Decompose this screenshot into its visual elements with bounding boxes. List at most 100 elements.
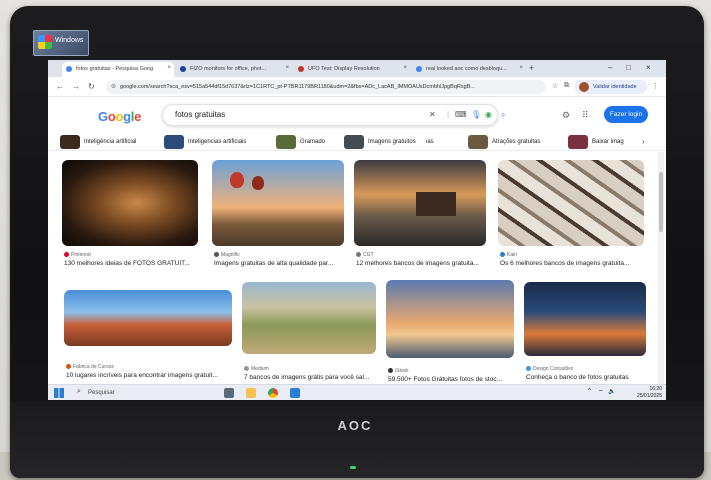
result-source[interactable]: Medium [244, 366, 269, 372]
result-title[interactable]: Conheça o banco de fotos gratuitas [526, 374, 648, 381]
birds-sunset-thumbnail[interactable] [386, 280, 514, 358]
lens-search-icon[interactable]: ◉ [485, 110, 492, 119]
chip-inteligencia-artificial[interactable]: Inteligência artificial [60, 135, 136, 149]
forward-arrow-icon[interactable]: → [72, 82, 80, 91]
country-road-thumbnail[interactable] [242, 282, 376, 354]
cabin-lake-thumbnail[interactable] [354, 160, 486, 246]
chip-baixar-imagens[interactable]: Baixar imag [568, 135, 624, 149]
clock-time: 16:20 [649, 386, 662, 392]
chip-thumbnail [568, 135, 588, 149]
chip-label: Gramado [300, 139, 326, 145]
chip-thumbnail [468, 135, 488, 149]
apps-grid-icon[interactable]: ⠿ [582, 110, 589, 121]
result-title[interactable]: 59.500+ Fotos Grátuitas fotos de stoc... [388, 376, 516, 383]
filter-chips: Inteligência artificial Inteligencias ar… [48, 133, 666, 151]
result-source[interactable]: Pinterest [64, 252, 91, 258]
chip-imagens-gratuitos[interactable]: Imagens gratuitos [344, 135, 416, 149]
browser-menu-icon[interactable]: ⋮ [652, 82, 659, 90]
cabin-shape [416, 192, 456, 216]
new-tab-button[interactable]: + [529, 63, 534, 73]
network-icon[interactable]: ⌔ [598, 388, 604, 396]
city-night-thumbnail[interactable] [524, 282, 646, 356]
close-tab-icon[interactable]: × [519, 65, 523, 71]
chip-ias[interactable]: ias [424, 135, 434, 149]
taskbar-search-input[interactable]: ⌕ Pesquisar [74, 387, 194, 399]
address-toolbar: ← → ↻ ⊜ google.com/search?sca_esv=515a54… [48, 77, 666, 97]
chip-thumbnail [344, 135, 364, 149]
site-info-icon[interactable]: ⊜ [111, 83, 116, 90]
chip-gramado[interactable]: Gramado [276, 135, 325, 149]
tab-favicon-icon [180, 66, 186, 72]
screen: fotos gratuitas - Pesquisa Goog × FIZO m… [48, 60, 666, 400]
close-tab-icon[interactable]: × [167, 65, 171, 71]
search-icon[interactable]: ⌕ [501, 110, 505, 120]
result-source[interactable]: CGT [356, 252, 374, 258]
mountains-thumbnail[interactable] [64, 290, 232, 346]
close-tab-icon[interactable]: × [403, 65, 407, 71]
maximize-icon[interactable]: □ [626, 63, 631, 72]
clear-search-icon[interactable]: ✕ [429, 110, 436, 119]
image-results-grid: Pinterest 130 melhores ideias de FOTOS G… [48, 152, 666, 384]
result-title[interactable]: Os 6 melhores bancos de imagens gratuita… [500, 260, 646, 267]
search-input[interactable]: fotos gratuitas ✕ | ⌨ 🎙 ◉ ⌕ [162, 104, 505, 126]
chip-label: ias [426, 139, 434, 145]
task-view-icon[interactable] [224, 388, 234, 398]
result-source[interactable]: iStock [388, 368, 409, 374]
result-title[interactable]: 130 melhores ideias de FOTOS GRATUIT... [64, 260, 200, 267]
login-button[interactable]: Fazer login [604, 106, 648, 123]
result-source[interactable]: Kairi [500, 252, 517, 258]
profile-label: Validar identidade [593, 84, 637, 90]
chips-next-arrow-icon[interactable]: › [642, 137, 645, 146]
tab-title: UFO Test: Display Resolution [308, 66, 380, 72]
google-logo[interactable]: Google [98, 109, 141, 124]
chip-atracoes-gratuitas[interactable]: Atrações gratuitas [468, 135, 540, 149]
tab-aoc-desbloquear[interactable]: real looked aoc como desbloqu... × [412, 62, 526, 77]
close-window-icon[interactable]: × [646, 63, 651, 72]
chip-label: Baixar imag [592, 139, 624, 145]
balloons-thumbnail[interactable] [212, 160, 344, 246]
profile-button[interactable]: Validar identidade [575, 80, 647, 94]
photo-collage-thumbnail[interactable] [498, 160, 644, 246]
browser-tab-strip: fotos gratuitas - Pesquisa Goog × FIZO m… [48, 60, 666, 77]
tab-fizo-monitors[interactable]: FIZO monitors for office, phot... × [176, 62, 292, 77]
windows-taskbar: ⌕ Pesquisar ^ ⌔ 🔈 16:20 25/01/2025 [48, 384, 666, 400]
monitor-bottom-bezel [10, 402, 704, 478]
chip-inteligencias-artificiais[interactable]: Inteligencias artificiais [164, 135, 246, 149]
close-tab-icon[interactable]: × [285, 65, 289, 71]
settings-gear-icon[interactable]: ⚙ [562, 110, 570, 121]
tray-arrow-icon[interactable]: ^ [588, 388, 591, 394]
chip-label: Inteligencias artificiais [188, 139, 247, 145]
taskbar-clock[interactable]: 16:20 25/01/2025 [618, 386, 662, 400]
tab-ufo-test[interactable]: UFO Test: Display Resolution × [294, 62, 410, 77]
result-title[interactable]: 10 lugares incríveis para encontrar imag… [66, 372, 234, 379]
bookmark-star-icon[interactable]: ☆ [552, 82, 558, 90]
minimize-icon[interactable]: – [608, 63, 612, 72]
result-source[interactable]: Fábrica de Cursos [66, 364, 114, 370]
volume-icon[interactable]: 🔈 [608, 388, 615, 395]
tab-title: fotos gratuitas - Pesquisa Goog [76, 66, 154, 72]
tab-favicon-icon [66, 66, 72, 72]
result-title[interactable]: 7 bancos de imagens grátis para você sal… [244, 374, 378, 381]
reload-icon[interactable]: ↻ [88, 82, 95, 91]
page-scrollbar[interactable] [658, 152, 664, 384]
extensions-icon[interactable]: ⧉ [564, 82, 569, 90]
result-source[interactable]: Design Consultivo [526, 366, 573, 372]
chrome-icon[interactable] [268, 388, 278, 398]
store-icon[interactable] [290, 388, 300, 398]
back-arrow-icon[interactable]: ← [56, 82, 64, 91]
result-source[interactable]: Magnific [214, 252, 240, 258]
windows-sticker: Windows [33, 30, 89, 56]
start-windows-icon[interactable] [54, 388, 64, 398]
clock-date: 25/01/2025 [636, 393, 662, 399]
file-explorer-icon[interactable] [246, 388, 256, 398]
result-title[interactable]: Imagens gratuitas de alta qualidade par.… [214, 260, 346, 267]
power-led-icon [350, 466, 356, 469]
tab-fotos-gratuitas[interactable]: fotos gratuitas - Pesquisa Goog × [62, 62, 174, 77]
lion-thumbnail[interactable] [62, 160, 198, 246]
result-title[interactable]: 12 melhores bancos de imagens gratuita..… [356, 260, 488, 267]
keyboard-icon[interactable]: ⌨ [455, 110, 467, 119]
voice-search-icon[interactable]: 🎙 [471, 110, 481, 119]
scrollbar-thumb[interactable] [659, 172, 663, 232]
avatar [579, 82, 589, 92]
address-bar[interactable]: ⊜ google.com/search?sca_esv=515a544df15d… [106, 80, 546, 94]
